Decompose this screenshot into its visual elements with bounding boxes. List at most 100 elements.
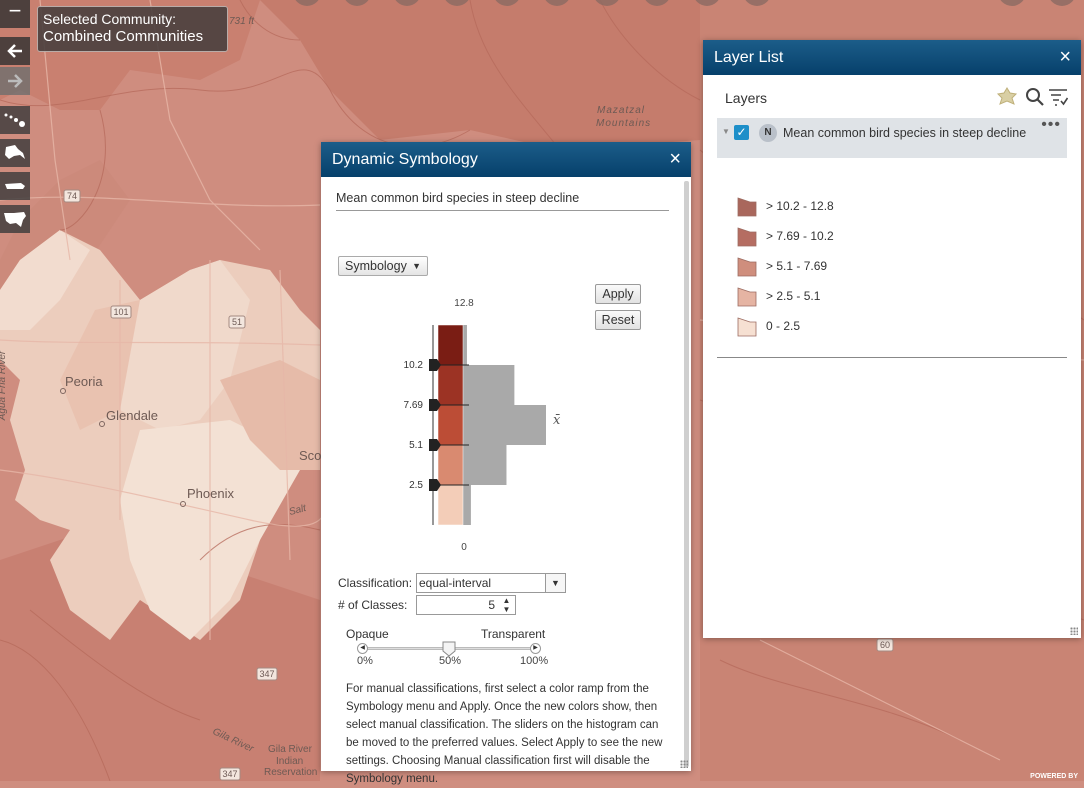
slider-left-arrow-icon[interactable]: ◀ bbox=[357, 643, 368, 654]
legend-swatch bbox=[737, 287, 757, 307]
svg-text:101: 101 bbox=[113, 307, 128, 317]
hawaii-icon bbox=[4, 113, 25, 127]
map-label-reservation-3: Reservation bbox=[264, 767, 318, 778]
search-icon[interactable] bbox=[1025, 87, 1045, 107]
selected-community-badge: Selected Community: Combined Communities bbox=[37, 6, 228, 52]
resize-grip-icon[interactable] bbox=[680, 760, 688, 768]
layer-item[interactable]: ▼ ✓ N Mean common bird species in steep … bbox=[717, 116, 1067, 158]
chevron-down-icon: ▼ bbox=[412, 261, 421, 271]
transparent-label: Transparent bbox=[481, 627, 546, 641]
layer-visibility-checkbox[interactable]: ✓ bbox=[734, 125, 749, 140]
panel-title: Dynamic Symbology bbox=[332, 151, 478, 168]
layers-heading: Layers bbox=[725, 90, 768, 106]
class-color-swatch bbox=[437, 444, 464, 486]
map-label-mazatzal: Mazatzal bbox=[597, 105, 646, 116]
legend-label: > 7.69 - 10.2 bbox=[766, 229, 834, 243]
classification-select[interactable]: equal-interval ▼ bbox=[416, 573, 566, 593]
histogram-bar bbox=[457, 445, 507, 485]
panel-title: Layer List bbox=[714, 49, 784, 66]
class-break-label: 5.1 bbox=[409, 440, 423, 451]
legend-label: > 10.2 - 12.8 bbox=[766, 199, 834, 213]
zoom-hawaii-button[interactable] bbox=[0, 106, 30, 134]
mean-marker-label: x̄ bbox=[553, 413, 561, 428]
svg-text:347: 347 bbox=[222, 769, 237, 779]
alaska-icon bbox=[5, 145, 25, 159]
svg-text:60: 60 bbox=[880, 640, 890, 650]
map-label-agua-fria: Agua Fria River bbox=[0, 350, 9, 421]
map-label-reservation-1: Gila River bbox=[268, 744, 312, 755]
divider bbox=[717, 357, 1067, 358]
close-icon[interactable]: × bbox=[669, 142, 681, 177]
next-extent-button[interactable] bbox=[0, 67, 30, 95]
legend-swatch bbox=[737, 257, 757, 277]
map-symbol-icon[interactable] bbox=[996, 87, 1018, 107]
highway-shield-74: 74 bbox=[67, 191, 77, 201]
zoom-conus-button[interactable] bbox=[0, 205, 30, 233]
opaque-label: Opaque bbox=[346, 627, 389, 641]
classification-histogram[interactable]: 12.8 0 x̄ 10.2 7.69 5.1 2.5 bbox=[381, 291, 631, 551]
more-options-icon[interactable]: ••• bbox=[1041, 116, 1061, 134]
resize-grip-icon[interactable] bbox=[1070, 627, 1078, 635]
layer-title: Mean common bird species in steep declin… bbox=[336, 191, 580, 205]
histogram-bar bbox=[457, 405, 546, 445]
legend-label: > 5.1 - 7.69 bbox=[766, 259, 828, 273]
histogram-min-label: 0 bbox=[461, 542, 467, 551]
powered-by-label: POWERED BY bbox=[1030, 773, 1078, 780]
map-label-elevation: 731 ft bbox=[229, 16, 255, 27]
histogram-max-label: 12.8 bbox=[454, 298, 474, 309]
legend-label: 0 - 2.5 bbox=[766, 319, 801, 333]
expand-caret-icon[interactable]: ▼ bbox=[722, 127, 730, 136]
svg-text:51: 51 bbox=[232, 317, 242, 327]
map-label-mountains: Mountains bbox=[596, 118, 652, 129]
help-text: For manual classifications, first select… bbox=[346, 683, 663, 785]
tick-50-label: 50% bbox=[439, 655, 462, 667]
filter-list-icon[interactable] bbox=[1048, 87, 1068, 107]
histogram-bar bbox=[457, 365, 515, 405]
panel-scrollbar[interactable] bbox=[684, 181, 689, 767]
legend-swatch bbox=[737, 197, 757, 217]
class-break-label: 2.5 bbox=[409, 480, 423, 491]
svg-text:347: 347 bbox=[259, 669, 274, 679]
symbology-menu-label: Symbology bbox=[345, 259, 407, 273]
arrow-right-icon bbox=[8, 74, 23, 88]
community-value: Combined Communities bbox=[43, 28, 204, 45]
layer-list-panel: Layer List × Layers ▼ ✓ N Mean common bi… bbox=[703, 40, 1081, 638]
zoom-alaska-button[interactable] bbox=[0, 139, 30, 167]
layer-name: Mean common bird species in steep declin… bbox=[783, 126, 1027, 140]
chevron-down-icon: ▼ bbox=[545, 574, 565, 592]
map-label-reservation-2: Indian bbox=[276, 756, 304, 767]
divider bbox=[336, 210, 669, 211]
arrow-left-icon bbox=[7, 44, 22, 58]
symbology-menu[interactable]: Symbology ▼ bbox=[338, 256, 428, 276]
class-color-swatch bbox=[437, 324, 464, 366]
puerto-rico-icon bbox=[5, 183, 25, 189]
layer-badge: N bbox=[759, 124, 777, 142]
class-color-swatch bbox=[437, 364, 464, 406]
map-label-phoenix: Phoenix bbox=[187, 486, 234, 501]
zoom-puerto-rico-button[interactable] bbox=[0, 172, 30, 200]
conus-icon bbox=[4, 212, 26, 227]
community-label: Selected Community: bbox=[43, 11, 177, 27]
close-icon[interactable]: × bbox=[1059, 40, 1071, 75]
map-label-glendale: Glendale bbox=[106, 408, 159, 423]
class-color-swatch bbox=[437, 404, 464, 446]
classes-value: 5 bbox=[488, 598, 495, 612]
zoom-out-button[interactable]: − bbox=[0, 0, 30, 28]
classes-number-input[interactable]: 5 ▲ ▼ bbox=[416, 595, 516, 615]
slider-right-arrow-icon[interactable]: ▶ bbox=[530, 643, 541, 654]
class-break-label: 10.2 bbox=[404, 360, 424, 371]
class-color-swatch bbox=[437, 484, 464, 526]
map-label-peoria: Peoria bbox=[65, 374, 103, 389]
tick-100-label: 100% bbox=[520, 655, 549, 667]
stepper-icon[interactable]: ▲ ▼ bbox=[499, 596, 514, 614]
legend-label: > 2.5 - 5.1 bbox=[766, 289, 821, 303]
dynamic-symbology-panel: Dynamic Symbology × Mean common bird spe… bbox=[321, 142, 691, 785]
class-break-label: 7.69 bbox=[404, 400, 424, 411]
previous-extent-button[interactable] bbox=[0, 37, 30, 65]
classification-label: Classification: bbox=[338, 576, 413, 590]
dynamic-symbology-header[interactable]: Dynamic Symbology × bbox=[321, 142, 691, 177]
tick-0-label: 0% bbox=[357, 655, 373, 667]
layer-list-header[interactable]: Layer List × bbox=[703, 40, 1081, 75]
classification-value: equal-interval bbox=[419, 576, 492, 590]
legend-swatch bbox=[737, 227, 757, 247]
